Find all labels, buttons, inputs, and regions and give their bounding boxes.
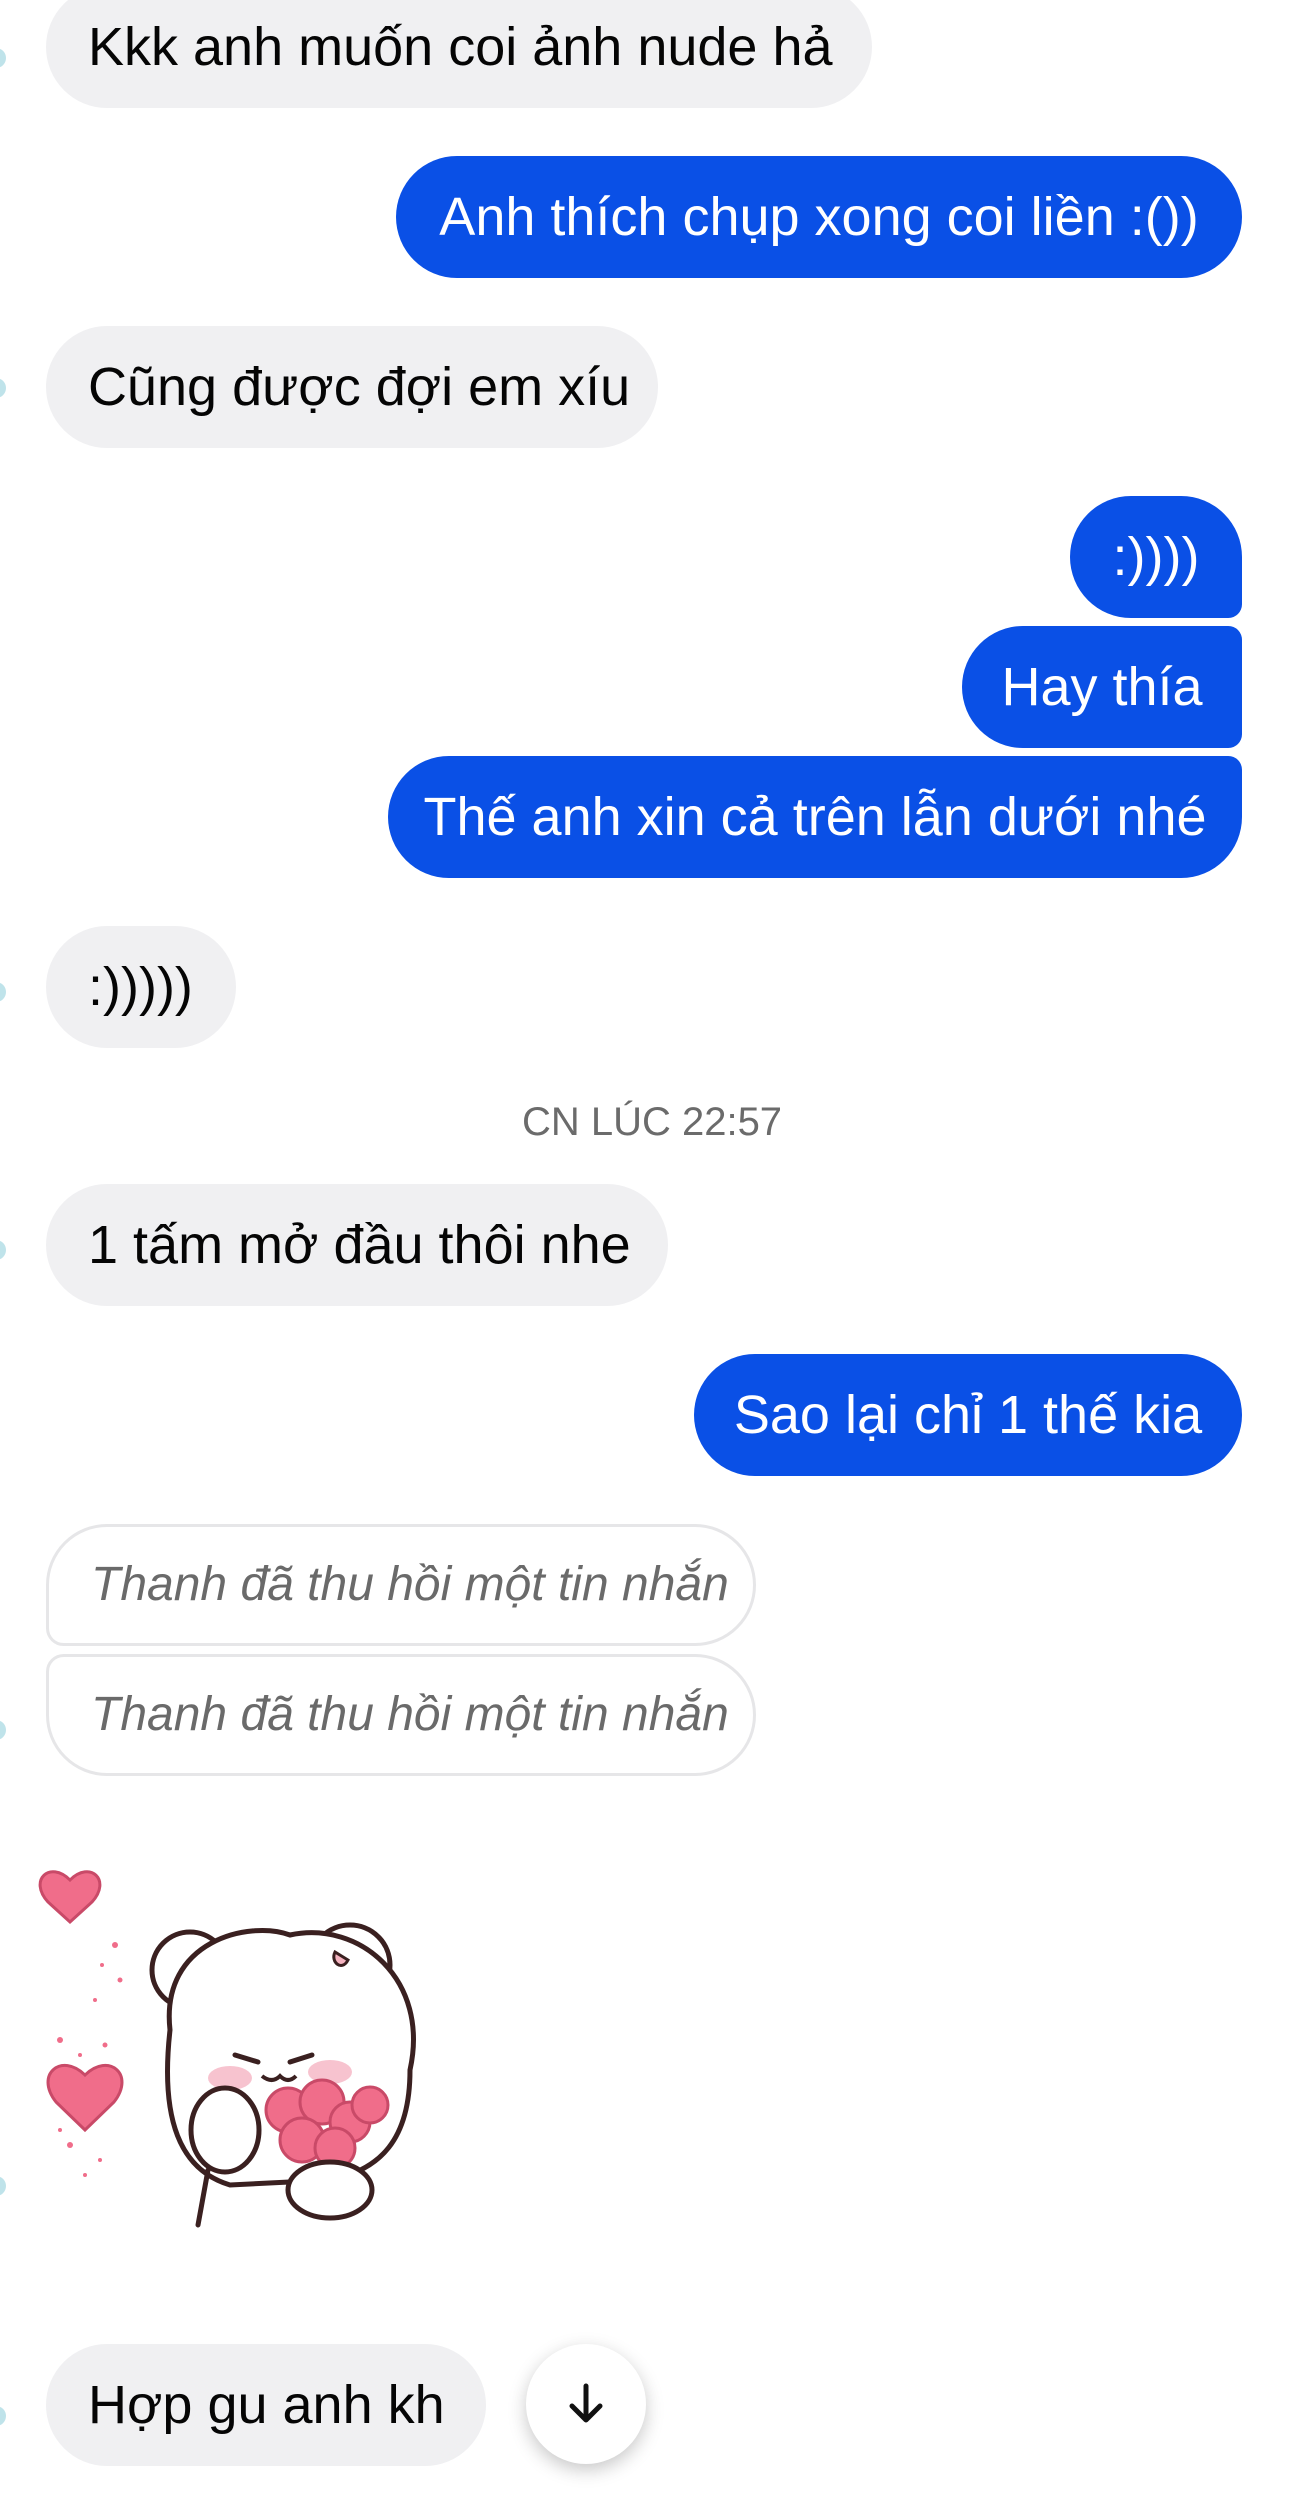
message-text: :)))) <box>1112 527 1200 587</box>
arrow-down-icon <box>569 2383 603 2423</box>
sender-avatar[interactable] <box>0 378 6 398</box>
outgoing-message[interactable]: Thế anh xin cả trên lẫn dưới nhé <box>388 756 1242 878</box>
recalled-message-notice[interactable]: Thanh đã thu hồi một tin nhắn <box>46 1654 756 1776</box>
incoming-message[interactable]: Hợp gu anh kh <box>46 2344 486 2466</box>
message-text: Anh thích chụp xong coi liền :()) <box>439 187 1199 247</box>
message-text: Hay thía <box>1001 657 1203 717</box>
sender-avatar[interactable] <box>0 1240 6 1260</box>
incoming-message[interactable]: :))))) <box>46 926 236 1048</box>
outgoing-message[interactable]: :)))) <box>1070 496 1242 618</box>
message-text: :))))) <box>88 957 193 1017</box>
heart-icon <box>38 1870 102 1925</box>
outgoing-message[interactable]: Hay thía <box>962 626 1242 748</box>
recalled-message-notice[interactable]: Thanh đã thu hồi một tin nhắn <box>46 1524 756 1646</box>
sender-avatar[interactable] <box>0 48 6 68</box>
sender-avatar[interactable] <box>0 982 6 1002</box>
message-text: Sao lại chỉ 1 thế kia <box>733 1385 1203 1445</box>
outgoing-message[interactable]: Sao lại chỉ 1 thế kia <box>694 1354 1242 1476</box>
heart-icon <box>46 2063 124 2133</box>
bear-with-hearts-sticker[interactable] <box>30 1840 450 2240</box>
message-text: Thanh đã thu hồi một tin nhắn <box>91 1558 729 1611</box>
incoming-message[interactable]: Cũng được đợi em xíu <box>46 326 658 448</box>
outgoing-message[interactable]: Anh thích chụp xong coi liền :()) <box>396 156 1242 278</box>
chat-thread[interactable]: Kkk anh muốn coi ảnh nude hả Anh thích c… <box>0 0 1304 2513</box>
message-text: 1 tấm mở đầu thôi nhe <box>88 1215 631 1275</box>
timestamp-divider: CN LÚC 22:57 <box>521 1100 783 1144</box>
sender-avatar[interactable] <box>0 1720 6 1740</box>
message-text: Hợp gu anh kh <box>88 2375 445 2435</box>
message-text: Kkk anh muốn coi ảnh nude hả <box>88 17 833 77</box>
sender-avatar[interactable] <box>0 2176 6 2196</box>
message-text: Thanh đã thu hồi một tin nhắn <box>91 1688 729 1741</box>
scroll-to-bottom-button[interactable] <box>526 2344 646 2464</box>
sender-avatar[interactable] <box>0 2406 6 2426</box>
message-text: Thế anh xin cả trên lẫn dưới nhé <box>423 787 1207 847</box>
incoming-message[interactable]: Kkk anh muốn coi ảnh nude hả <box>46 0 872 108</box>
message-text: Cũng được đợi em xíu <box>88 357 631 417</box>
incoming-message[interactable]: 1 tấm mở đầu thôi nhe <box>46 1184 668 1306</box>
